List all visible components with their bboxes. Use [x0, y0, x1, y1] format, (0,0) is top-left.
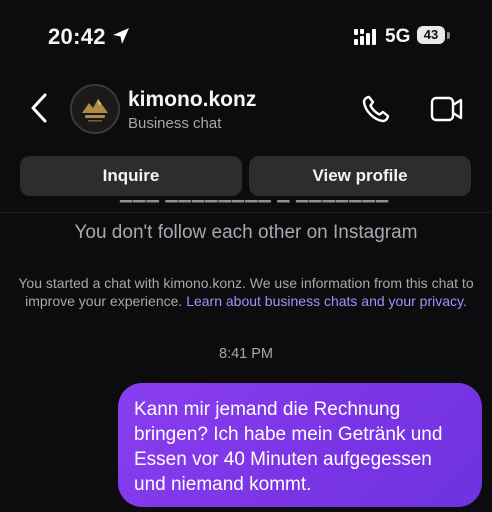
status-time: 20:42 — [48, 24, 106, 49]
inquire-button[interactable]: Inquire — [20, 156, 242, 196]
business-chat-privacy-link[interactable]: Learn about business chats and your priv… — [186, 293, 467, 309]
kimono-logo-icon — [73, 87, 117, 131]
chat-header: kimono.konz Business chat — [0, 78, 492, 144]
business-chat-info: You started a chat with kimono.konz. We … — [6, 275, 486, 310]
status-bar: 20:42 5G 43 — [0, 0, 492, 72]
follow-status-note: You don't follow each other on Instagram — [74, 222, 418, 243]
view-profile-button[interactable]: View profile — [249, 156, 471, 196]
phone-call-icon[interactable] — [360, 93, 392, 125]
sent-message-bubble[interactable]: Kann mir jemand die Rechnung bringen? Ic… — [118, 383, 482, 507]
header-divider — [0, 212, 492, 213]
scrolled-off-text: ▔▔▔ ▔▔▔▔▔▔▔▔ ▔ ▔▔▔▔▔▔▔ — [120, 202, 390, 212]
avatar[interactable] — [70, 84, 120, 134]
location-arrow-icon — [113, 28, 129, 44]
contact-subtitle: Business chat — [128, 115, 222, 132]
battery-icon: 43 — [417, 26, 451, 46]
contact-name[interactable]: kimono.konz — [128, 88, 256, 112]
message-timestamp: 8:41 PM — [219, 346, 273, 362]
video-call-icon[interactable] — [430, 93, 464, 125]
back-chevron-icon[interactable] — [28, 92, 50, 124]
network-type: 5G — [385, 26, 411, 47]
battery-level: 43 — [423, 27, 439, 42]
signal-strength-icon — [354, 29, 376, 45]
